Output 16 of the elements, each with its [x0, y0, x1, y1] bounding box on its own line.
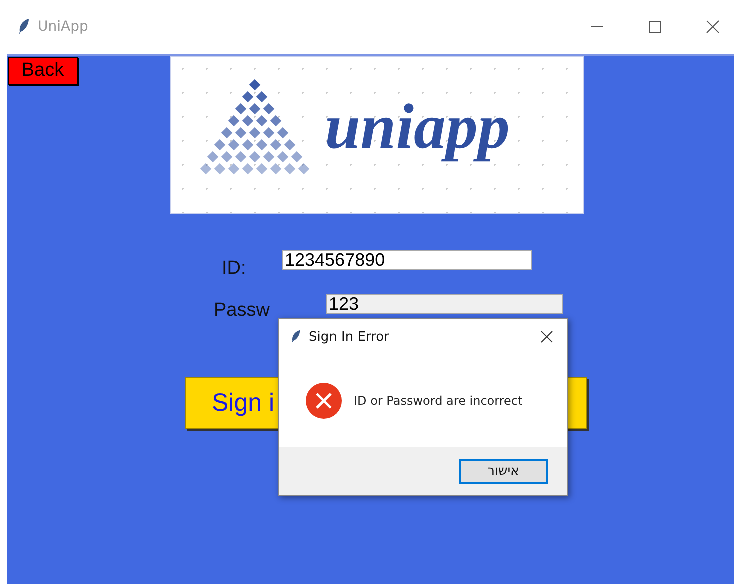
logo-wordmark: uniapp [325, 90, 510, 164]
error-message: ID or Password are incorrect [354, 394, 523, 408]
maximize-icon[interactable] [648, 20, 662, 34]
close-icon[interactable] [541, 331, 553, 343]
feather-icon [291, 329, 301, 345]
error-icon [306, 383, 342, 419]
dialog-title: Sign In Error [309, 330, 390, 344]
password-field[interactable]: 123 [326, 294, 563, 314]
id-field[interactable]: 1234567890 [282, 250, 532, 270]
window-title: UniApp [38, 19, 88, 35]
field-label: ID: [222, 258, 248, 280]
ok-button[interactable]: אישור [459, 458, 548, 484]
field-label: Passw [214, 300, 271, 322]
feather-icon [18, 18, 30, 36]
back-button[interactable]: Back [8, 57, 78, 85]
close-icon[interactable] [706, 20, 720, 34]
